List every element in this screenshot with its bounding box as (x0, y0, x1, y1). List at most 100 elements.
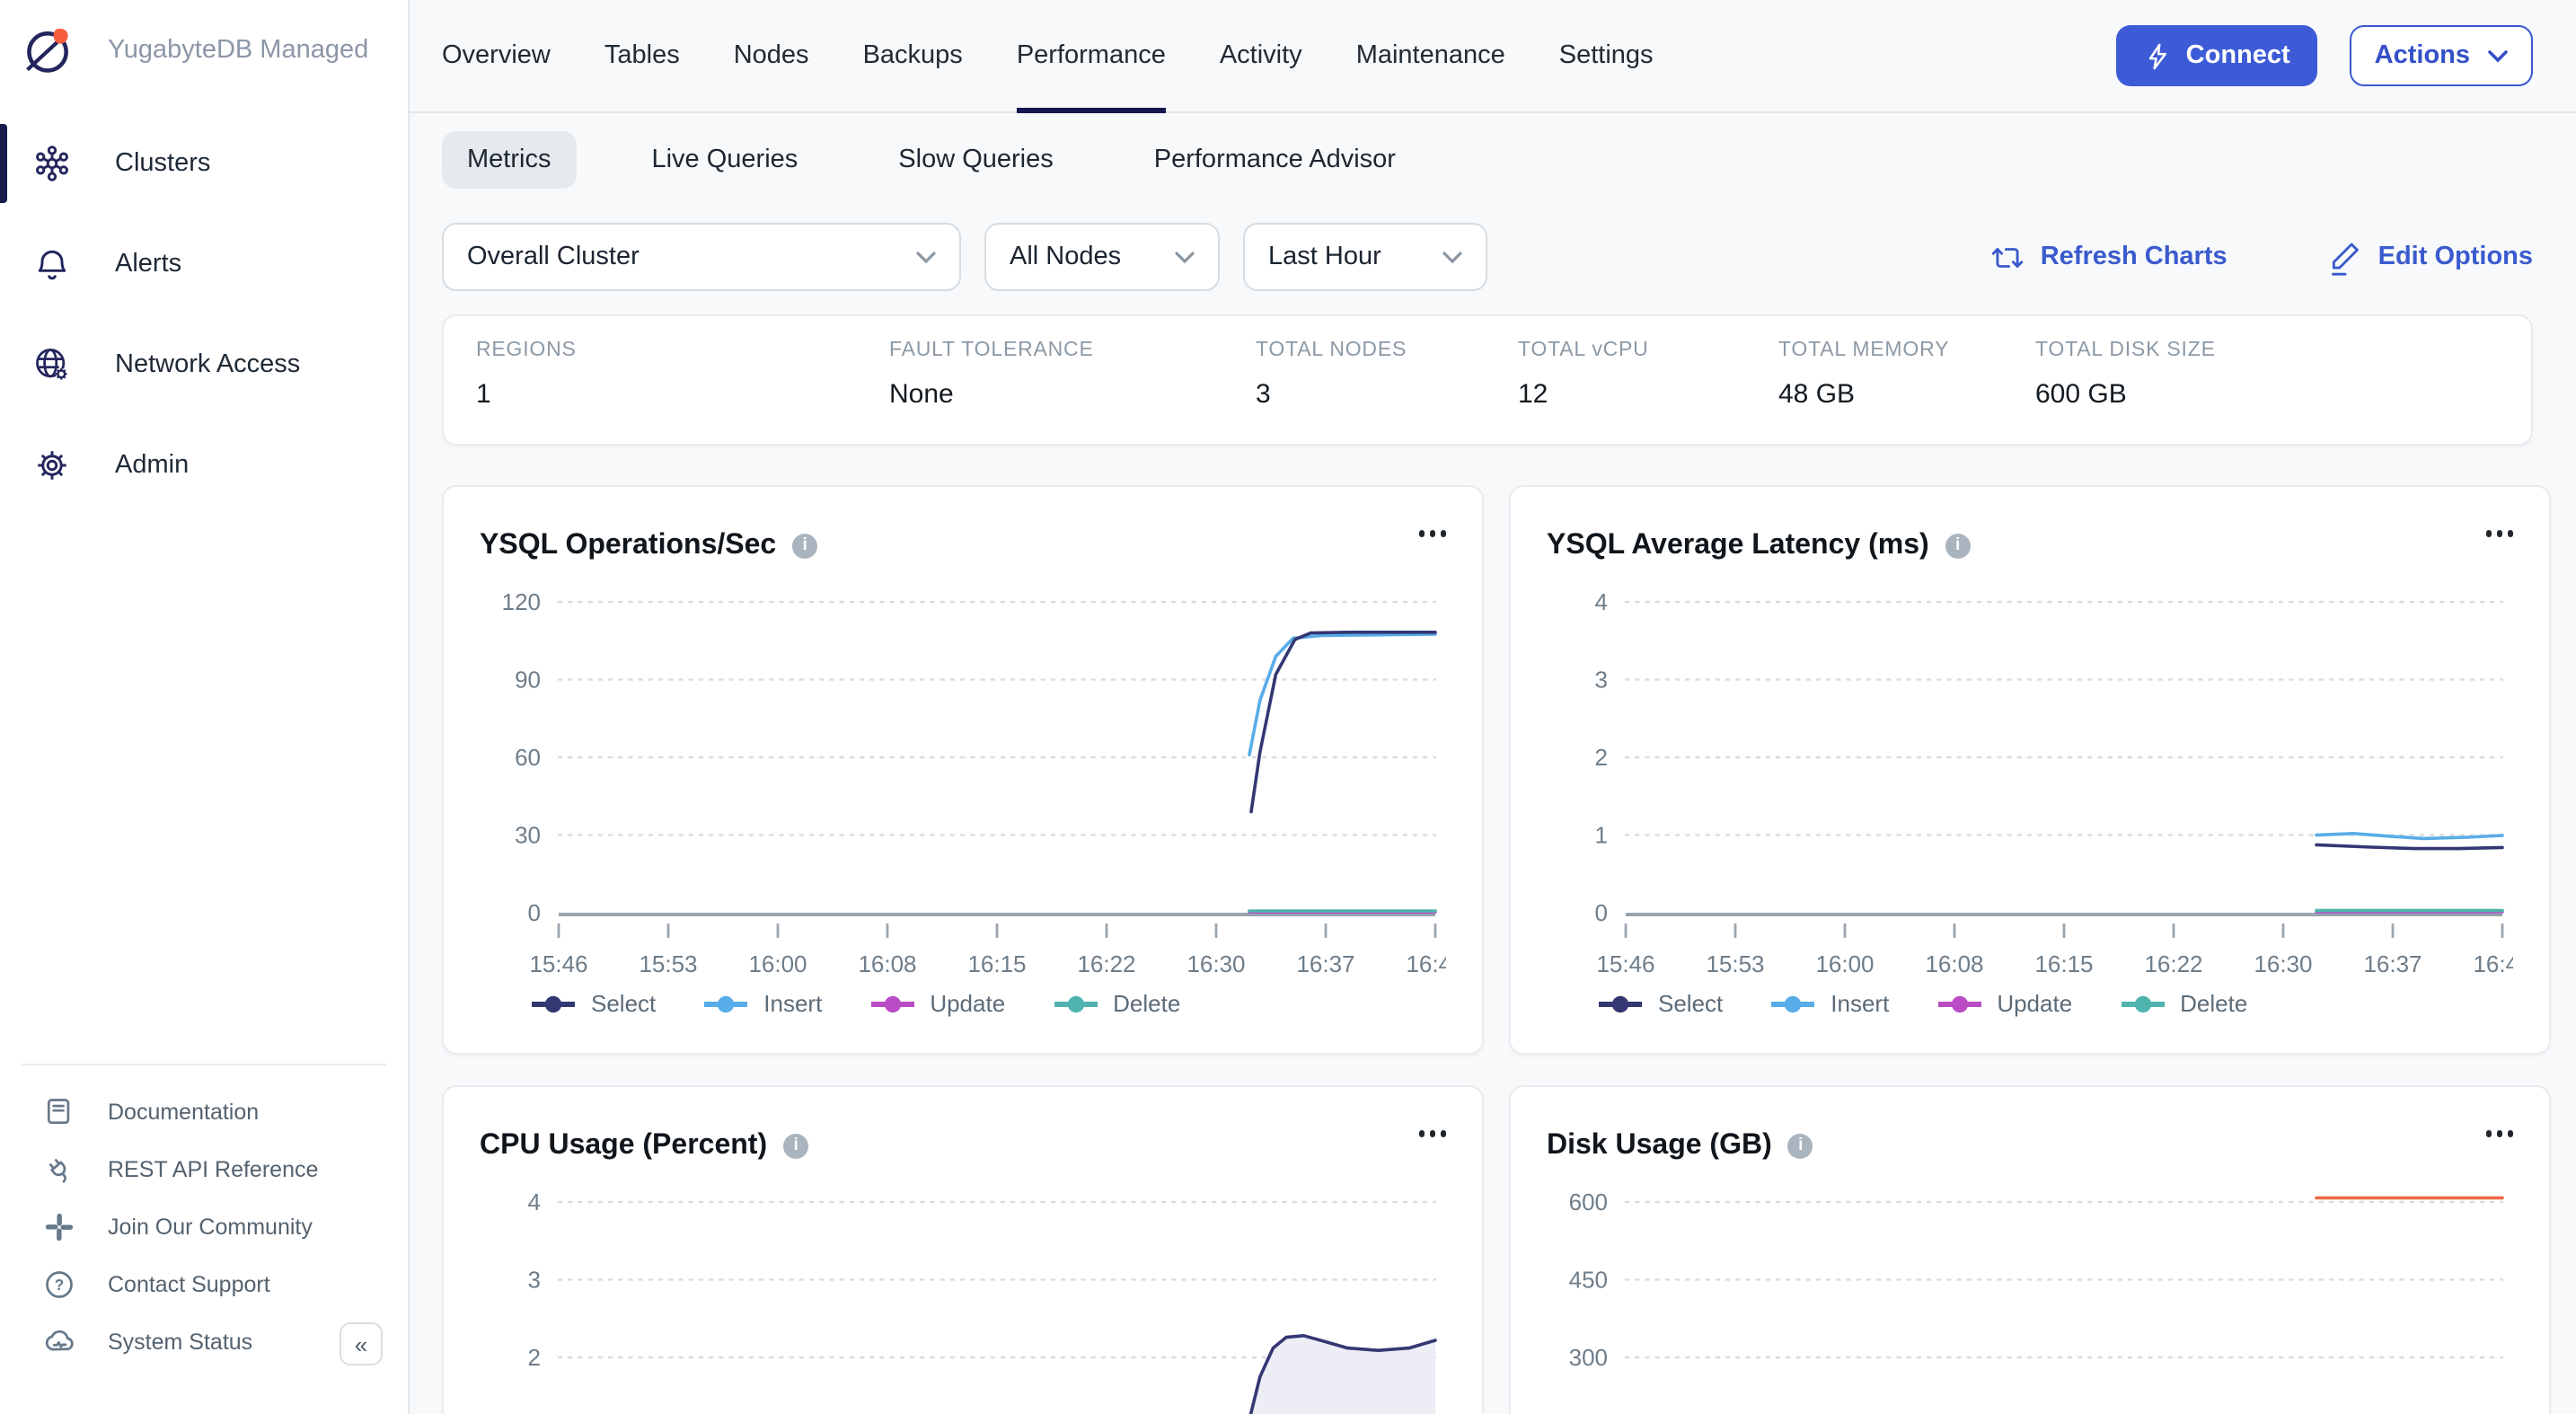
sidebar-item-network-access[interactable]: Network Access (0, 322, 408, 408)
ysql-latency-chart: 4321015:4615:5316:0016:0816:1516:2216:30… (1547, 577, 2513, 983)
legend-label: Delete (2180, 990, 2247, 1017)
svg-text:1: 1 (1595, 822, 1608, 849)
utility-item-label: Contact Support (108, 1272, 270, 1297)
svg-text:15:46: 15:46 (1596, 950, 1654, 977)
legend-label: Select (591, 990, 656, 1017)
sidebar-divider (22, 1064, 386, 1065)
tab-backups[interactable]: Backups (863, 0, 963, 111)
actions-button[interactable]: Actions (2350, 25, 2533, 86)
brand: YugabyteDB Managed (0, 0, 408, 88)
tab-activity[interactable]: Activity (1220, 0, 1302, 111)
tab-maintenance[interactable]: Maintenance (1356, 0, 1505, 111)
nodes-select-value: All Nodes (1010, 243, 1121, 271)
chart-menu-button[interactable] (1418, 1130, 1446, 1136)
chart-menu-button[interactable] (1418, 530, 1446, 536)
gear-icon (32, 446, 72, 485)
svg-text:16:15: 16:15 (967, 950, 1026, 977)
sidebar: YugabyteDB Managed Clusters Alerts (0, 0, 410, 1414)
cpu-usage-chart: 4321015:4615:5316:0016:0816:1516:2216:30… (480, 1177, 1446, 1414)
connect-label: Connect (2186, 41, 2290, 70)
svg-text:16:37: 16:37 (2363, 950, 2422, 977)
legend-item-update[interactable]: Update (869, 990, 1005, 1017)
tab-performance[interactable]: Performance (1017, 0, 1166, 111)
stat-value: None (889, 379, 1094, 410)
legend-marker-icon (869, 993, 915, 1014)
info-icon[interactable] (1788, 1134, 1813, 1159)
sidebar-item-label: Network Access (115, 350, 300, 379)
sidebar-item-alerts[interactable]: Alerts (0, 221, 408, 307)
chart-title: YSQL Average Latency (ms) (1547, 530, 1929, 562)
utility-item-label: System Status (108, 1330, 252, 1355)
filter-bar: Overall Cluster All Nodes Last Hour Refr… (442, 223, 2533, 291)
svg-text:2: 2 (1595, 744, 1608, 771)
info-icon[interactable] (792, 534, 817, 559)
info-icon[interactable] (1945, 534, 1971, 559)
nodes-select[interactable]: All Nodes (984, 223, 1220, 291)
tab-nodes[interactable]: Nodes (734, 0, 809, 111)
refresh-icon (1990, 240, 2025, 274)
legend-marker-icon (702, 993, 749, 1014)
legend-item-update[interactable]: Update (1936, 990, 2072, 1017)
connect-button[interactable]: Connect (2116, 25, 2317, 86)
legend-item-select[interactable]: Select (1597, 990, 1723, 1017)
yugabyte-logo-icon (22, 23, 75, 77)
sidebar-item-admin[interactable]: Admin (0, 422, 408, 508)
edit-options-label: Edit Options (2378, 243, 2533, 271)
stat-value: 600 GB (2035, 379, 2216, 410)
legend-item-delete[interactable]: Delete (2119, 990, 2247, 1017)
sidebar-collapse-button[interactable]: « (340, 1322, 383, 1365)
tab-tables[interactable]: Tables (604, 0, 680, 111)
svg-text:16:00: 16:00 (748, 950, 807, 977)
svg-text:600: 600 (1569, 1189, 1608, 1215)
time-range-select[interactable]: Last Hour (1243, 223, 1487, 291)
utility-item-label: REST API Reference (108, 1157, 318, 1182)
sidebar-item-rest-api[interactable]: REST API Reference (0, 1141, 408, 1198)
actions-label: Actions (2375, 41, 2470, 70)
edit-options-link[interactable]: Edit Options (2328, 238, 2533, 276)
sidebar-item-community[interactable]: Join Our Community (0, 1198, 408, 1256)
svg-text:16:08: 16:08 (1925, 950, 1983, 977)
chart-title: YSQL Operations/Sec (480, 530, 776, 562)
stat-regions: REGIONS 1 (476, 340, 577, 410)
cluster-select[interactable]: Overall Cluster (442, 223, 961, 291)
info-icon[interactable] (783, 1134, 808, 1159)
svg-text:16:46: 16:46 (2473, 950, 2513, 977)
chart-header: YSQL Operations/Sec (480, 487, 1446, 577)
documentation-icon (43, 1096, 75, 1128)
chart-header: Disk Usage (GB) (1547, 1087, 2513, 1177)
chart-menu-button[interactable] (2485, 530, 2513, 536)
legend-item-select[interactable]: Select (530, 990, 656, 1017)
legend-marker-icon (2119, 993, 2166, 1014)
stat-label: TOTAL vCPU (1518, 340, 1649, 361)
subtab-performance-advisor[interactable]: Performance Advisor (1129, 131, 1421, 189)
sidebar-item-label: Alerts (115, 250, 181, 278)
sidebar-item-clusters[interactable]: Clusters (0, 120, 408, 207)
legend-item-delete[interactable]: Delete (1052, 990, 1180, 1017)
subtab-slow-queries[interactable]: Slow Queries (873, 131, 1078, 189)
tab-overview[interactable]: Overview (442, 0, 551, 111)
sidebar-nav: Clusters Alerts (0, 120, 408, 508)
svg-text:3: 3 (1595, 667, 1608, 694)
chart-header: YSQL Average Latency (ms) (1547, 487, 2513, 577)
disk-usage-chart: 600450300150015:4615:5316:0016:0816:1516… (1547, 1177, 2513, 1414)
bell-icon (32, 244, 72, 284)
subtab-live-queries[interactable]: Live Queries (626, 131, 823, 189)
sidebar-item-documentation[interactable]: Documentation (0, 1083, 408, 1141)
chart-menu-button[interactable] (2485, 1130, 2513, 1136)
sidebar-item-contact-support[interactable]: ? Contact Support (0, 1256, 408, 1313)
legend-item-insert[interactable]: Insert (702, 990, 822, 1017)
refresh-charts-link[interactable]: Refresh Charts (1990, 238, 2228, 276)
stat-total-memory: TOTAL MEMORY 48 GB (1778, 340, 1949, 410)
ysql-operations-chart: 120906030015:4615:5316:0016:0816:1516:22… (480, 577, 1446, 983)
utility-item-label: Join Our Community (108, 1215, 313, 1240)
svg-text:4: 4 (528, 1189, 541, 1215)
chart-toolbar-links: Refresh Charts Edit Options (1990, 238, 2533, 276)
rest-api-icon (43, 1153, 75, 1186)
tab-settings[interactable]: Settings (1559, 0, 1654, 111)
svg-text:16:08: 16:08 (858, 950, 916, 977)
subtab-metrics[interactable]: Metrics (442, 131, 576, 189)
legend-item-insert[interactable]: Insert (1769, 990, 1889, 1017)
svg-text:16:22: 16:22 (1077, 950, 1135, 977)
legend-marker-icon (530, 993, 577, 1014)
chart-card-ysql-operations: YSQL Operations/Sec 120906030015:4615:53… (442, 485, 1484, 1055)
